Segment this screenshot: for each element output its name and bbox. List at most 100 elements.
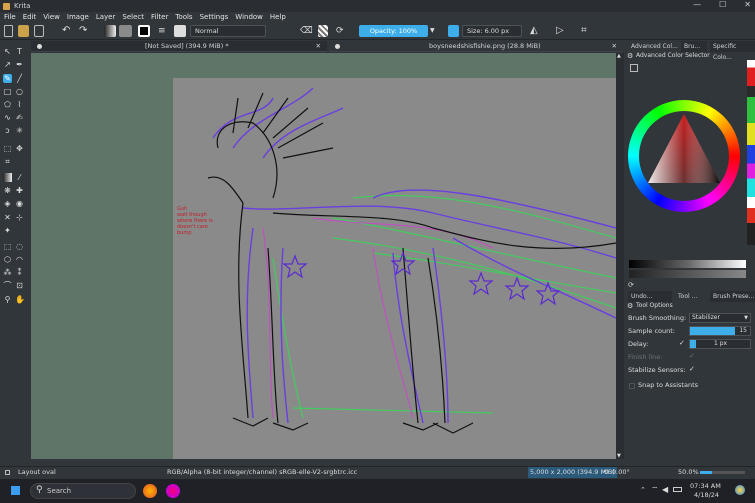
rectangle-tool-icon[interactable]: □ [3,87,12,96]
pan-tool-icon[interactable]: ✋ [15,295,25,304]
close-icon[interactable]: ✕ [316,41,321,52]
opacity-slider[interactable]: Opacity: 100% [359,25,428,37]
refresh-icon[interactable]: ⟳ [628,281,634,289]
color-palette-strip[interactable] [747,60,755,245]
freehand-path-icon[interactable]: ✍ [15,113,24,122]
snap-checkbox[interactable] [629,383,635,389]
similar-select-icon[interactable]: ⁑ [15,268,24,277]
gear-icon[interactable]: ⚙ [627,52,633,60]
scroll-down-icon[interactable]: ▼ [617,453,621,459]
assistant-tool-icon[interactable]: ✕ [3,213,12,222]
value-slider[interactable] [629,260,746,268]
bezier-tool-icon[interactable]: ∿ [3,113,12,122]
color-triangle[interactable] [628,100,740,212]
menu-window[interactable]: Window [235,13,263,21]
tab-brush[interactable]: Bru... [681,41,707,52]
maximize-button[interactable]: ☐ [719,0,726,9]
reference-images-icon[interactable]: ✦ [3,226,12,235]
zoom-slider[interactable] [700,471,745,474]
color-picker-icon[interactable]: ⁄ [15,173,24,182]
close-button[interactable]: ✕ [744,0,751,9]
edit-shapes-icon[interactable]: ↗ [3,60,12,69]
vertical-scrollbar[interactable]: ▲ ▼ [616,53,624,459]
tab-boysneedshisfishie[interactable]: boysneedshisfishie.png (28.8 MiB) ✕ [329,41,623,52]
multibrush-icon[interactable]: ✳ [15,126,24,135]
open-document-icon[interactable] [18,25,29,37]
brush-smoothing-select[interactable]: Stabilizer ▼ [689,313,751,323]
hue-slider[interactable] [629,270,746,278]
reload-preset-icon[interactable]: ⟳ [336,25,346,37]
tab-tool-options[interactable]: Tool ... [675,291,707,302]
notification-icon[interactable] [735,485,745,495]
crop-tool-icon[interactable]: ⌗ [3,157,12,166]
polyline-tool-icon[interactable]: ⌇ [15,100,24,109]
pattern-icon[interactable] [119,25,132,37]
select-shapes-icon[interactable]: ↖ [3,47,12,56]
menu-layer[interactable]: Layer [96,13,116,21]
alpha-lock-icon[interactable] [318,25,328,37]
fill-gradient-icon[interactable] [104,25,116,37]
color-swap-icon[interactable] [138,25,150,37]
move-tool-icon[interactable]: ✥ [15,144,24,153]
menu-select[interactable]: Select [122,13,144,21]
tab-brush-presets[interactable]: Brush Prese... [710,291,755,302]
menu-image[interactable]: Image [67,13,89,21]
menu-filter[interactable]: Filter [151,13,168,21]
tab-not-saved[interactable]: [Not Saved] (394.9 MiB) * ✕ [31,41,327,52]
undo-icon[interactable]: ↶ [62,25,72,37]
line-tool-icon[interactable]: ╱ [15,74,24,83]
windows-start-icon[interactable] [10,485,21,496]
search-box[interactable]: ⚲ Search [30,483,136,499]
delay-input[interactable]: 1 px [689,339,751,349]
redo-icon[interactable]: ↷ [79,25,89,37]
menu-edit[interactable]: Edit [23,13,37,21]
color-wheel[interactable] [628,100,740,212]
menu-settings[interactable]: Settings [200,13,229,21]
close-icon[interactable]: ✕ [612,41,617,52]
transform-icon[interactable]: ⬚ [3,144,12,153]
clock-date[interactable]: 4/18/24 [694,491,719,499]
enclose-fill-icon[interactable]: ◉ [15,199,24,208]
rotation-icon[interactable]: ⟲ [603,467,608,478]
polygon-select-icon[interactable]: ⬡ [3,255,12,264]
stabilize-sensors-checkbox[interactable]: ✓ [689,365,695,373]
firefox-icon[interactable] [143,484,157,498]
scroll-up-icon[interactable]: ▲ [617,53,621,59]
tab-specific-color[interactable]: Specific Colo... [710,41,755,61]
gear-icon[interactable]: ⚙ [627,302,633,310]
fill-tool-icon[interactable]: ◈ [3,199,12,208]
clock-time[interactable]: 07:34 AM [690,482,721,490]
contiguous-select-icon[interactable]: ⁂ [3,268,12,277]
mirror-horizontal-icon[interactable]: ◭ [530,25,542,37]
text-tool-icon[interactable]: T [15,47,24,56]
settings-icon[interactable] [630,64,638,72]
tab-undo[interactable]: Undo... [628,291,672,302]
bezier-select-icon[interactable]: ⌒ [3,281,12,290]
brush-preset-icon[interactable] [174,25,186,37]
smart-patch-icon[interactable]: ✚ [15,186,24,195]
zoom-tool-icon[interactable]: ⚲ [3,295,12,304]
chevron-down-icon[interactable]: ▼ [430,25,438,37]
colorize-mask-icon[interactable]: ❋ [3,186,12,195]
rect-select-icon[interactable]: ⬚ [3,242,12,251]
menu-file[interactable]: File [4,13,16,21]
polygon-tool-icon[interactable]: ⬠ [3,100,12,109]
dynamic-brush-icon[interactable]: ↄ [3,126,12,135]
battery-icon[interactable] [673,487,682,492]
wifi-icon[interactable]: ⌔ [651,485,659,495]
canvas-area[interactable]: Guh wait though where there is doesn't care… [31,53,616,459]
delay-checkbox[interactable]: ✓ [679,339,685,347]
tab-advanced-color[interactable]: Advanced Col... [628,41,678,52]
freehand-brush-icon[interactable]: ✎ [3,74,12,83]
volume-icon[interactable]: ◀ [662,485,668,494]
menu-view[interactable]: View [43,13,60,21]
finish-line-checkbox[interactable]: ✓ [689,352,695,360]
freehand-select-icon[interactable]: ◠ [15,255,24,264]
ellipse-select-icon[interactable]: ◌ [15,242,24,251]
menu-tools[interactable]: Tools [175,13,192,21]
ellipse-tool-icon[interactable]: ○ [15,87,24,96]
up-arrow-icon[interactable]: ⌃ [640,486,646,494]
crop-icon[interactable]: ⌗ [581,25,593,37]
eraser-icon[interactable]: ⌫ [300,25,313,37]
canvas-page[interactable]: Guh wait though where there is doesn't care… [173,78,616,459]
